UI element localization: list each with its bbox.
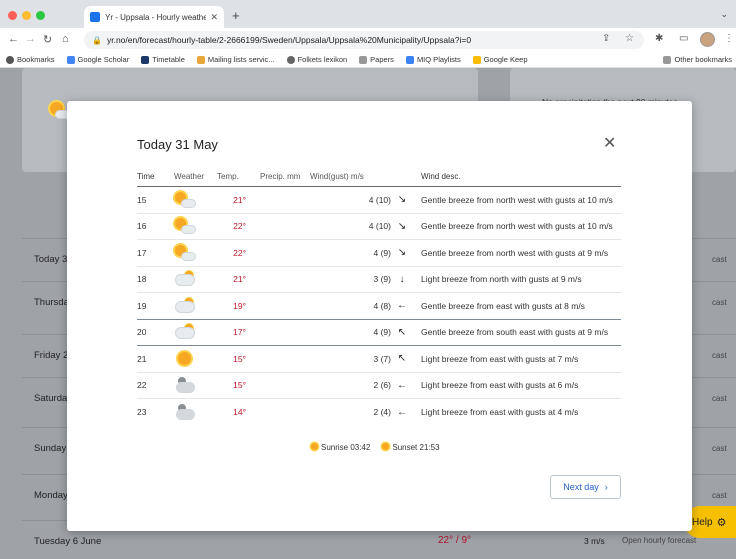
other-bookmarks[interactable]: Other bookmarks <box>663 55 732 64</box>
cloud-sun-icon <box>174 297 198 315</box>
back-icon[interactable]: ← <box>8 33 19 45</box>
wind-arrow-icon: ↘ <box>397 247 407 259</box>
cloud-sun-icon <box>174 323 198 341</box>
temp-range: 22° / 9° <box>438 535 472 546</box>
new-tab-button[interactable]: + <box>232 8 240 23</box>
wind-arrow-icon: ← <box>397 300 407 312</box>
maximize-window-button[interactable] <box>36 11 45 20</box>
bookmark-item[interactable]: Google Scholar <box>66 55 129 64</box>
folder-icon <box>359 55 368 64</box>
table-row: 22 15° 2 (6) ← Light breeze from east wi… <box>137 373 621 399</box>
wind-arrow-icon: ↓ <box>399 273 405 285</box>
reload-icon[interactable]: ↻ <box>43 33 52 46</box>
music-icon <box>405 55 414 64</box>
sun-cloud-icon <box>174 244 198 262</box>
wind-arrow-icon: ↖ <box>397 326 407 338</box>
wind-arrow-icon: ↘ <box>397 194 407 206</box>
url-text: yr.no/en/forecast/hourly-table/2-2666199… <box>106 35 472 45</box>
browser-tabbar: Yr - Uppsala - Hourly weather ✕ + ⌄ <box>0 0 736 28</box>
col-weather: Weather <box>174 172 205 181</box>
forward-icon[interactable]: → <box>25 33 36 45</box>
keep-icon <box>472 55 481 64</box>
extensions-icon[interactable]: ✱ <box>655 33 663 44</box>
home-icon[interactable]: ⌂ <box>62 33 69 45</box>
browser-tab[interactable]: Yr - Uppsala - Hourly weather ✕ <box>84 6 224 28</box>
lexikon-icon <box>286 55 295 64</box>
table-row: 15 21° 4 (10) ↘ Gentle breeze from north… <box>137 187 621 214</box>
bookmark-star-icon[interactable]: ☆ <box>625 33 634 44</box>
bookmark-item[interactable]: Google Keep <box>472 55 528 64</box>
col-wind-desc: Wind desc. <box>421 172 461 181</box>
cloud-sun-icon <box>174 270 198 288</box>
bookmark-item[interactable]: Mailing lists servic... <box>196 55 275 64</box>
dialog-title: Today 31 May <box>137 137 218 152</box>
menu-icon[interactable]: ⋮ <box>724 33 734 44</box>
table-row: 17 22° 4 (9) ↘ Gentle breeze from north … <box>137 240 621 267</box>
tab-title: Yr - Uppsala - Hourly weather <box>105 12 207 22</box>
scholar-icon <box>66 55 75 64</box>
hourly-forecast-dialog: Today 31 May ✕ Time Weather Temp. Precip… <box>67 101 692 531</box>
timetable-icon <box>141 55 150 64</box>
folder-icon <box>663 55 672 64</box>
table-row: 20 17° 4 (9) ↖ Gentle breeze from south … <box>137 320 621 346</box>
open-hourly-link[interactable]: Open hourly forecast <box>622 536 696 545</box>
bookmark-item[interactable]: Bookmarks <box>6 55 55 64</box>
share-icon[interactable]: ⇪ <box>602 33 610 44</box>
table-row: 21 15° 3 (7) ↖ Light breeze from east wi… <box>137 346 621 373</box>
sunrise: Sunrise 03:42 <box>311 443 370 452</box>
next-day-button[interactable]: Next day › <box>550 475 621 499</box>
cloud-moon-icon <box>174 403 198 421</box>
col-temp: Temp. <box>217 172 239 181</box>
wind-arrow-icon: ↖ <box>397 353 407 365</box>
address-bar: ← → ↻ ⌂ 🔒 yr.no/en/forecast/hourly-table… <box>0 28 736 52</box>
sunset-icon <box>382 443 390 450</box>
hourly-table: Time Weather Temp. Precip. mm Wind(gust)… <box>137 167 621 426</box>
table-row: 16 22° 4 (10) ↘ Gentle breeze from north… <box>137 214 621 240</box>
sun-times: Sunrise 03:42 Sunset 21:53 <box>311 443 440 452</box>
bookmark-item[interactable]: Folkets lexikon <box>286 55 347 64</box>
sidebar-icon[interactable]: ▭ <box>679 33 688 44</box>
sunrise-icon <box>311 443 318 450</box>
bookmark-item[interactable]: MIQ Playlists <box>405 55 461 64</box>
star-icon <box>6 55 14 64</box>
lock-icon: 🔒 <box>92 35 102 45</box>
sun-icon <box>174 350 198 368</box>
url-input[interactable]: 🔒 yr.no/en/forecast/hourly-table/2-26661… <box>84 31 644 49</box>
table-row: 19 19° 4 (8) ← Gentle breeze from east w… <box>137 293 621 320</box>
tab-close-icon[interactable]: ✕ <box>210 12 218 23</box>
sun-cloud-icon <box>174 217 198 235</box>
minimize-window-button[interactable] <box>22 11 31 20</box>
sun-cloud-icon <box>174 191 198 209</box>
bookmark-item[interactable]: Timetable <box>141 55 185 64</box>
bookmarks-bar: Bookmarks Google Scholar Timetable Maili… <box>0 52 736 68</box>
profile-avatar[interactable] <box>700 32 715 47</box>
sunset: Sunset 21:53 <box>382 443 440 452</box>
wind-arrow-icon: ← <box>397 406 407 418</box>
wind-arrow-icon: ← <box>397 379 407 391</box>
chevron-right-icon: › <box>604 482 608 492</box>
cloud-moon-icon <box>174 376 198 394</box>
table-row: 18 21° 3 (9) ↓ Light breeze from north w… <box>137 267 621 293</box>
wind-value: 3 m/s <box>584 536 605 546</box>
close-window-button[interactable] <box>8 11 17 20</box>
tab-list-chevron-icon[interactable]: ⌄ <box>720 9 728 20</box>
table-header: Time Weather Temp. Precip. mm Wind(gust)… <box>137 167 621 187</box>
col-time: Time <box>137 172 155 181</box>
close-icon[interactable]: ✕ <box>603 133 616 153</box>
col-precip: Precip. mm <box>260 172 301 181</box>
wind-arrow-icon: ↘ <box>397 220 407 232</box>
col-wind: Wind(gust) m/s <box>310 172 364 181</box>
bookmark-item[interactable]: Papers <box>359 55 394 64</box>
table-row: 23 14° 2 (4) ← Light breeze from east wi… <box>137 399 621 426</box>
yr-favicon-icon <box>90 12 100 22</box>
help-gear-icon: ⚙ <box>716 516 727 529</box>
mailing-list-icon <box>196 55 205 64</box>
